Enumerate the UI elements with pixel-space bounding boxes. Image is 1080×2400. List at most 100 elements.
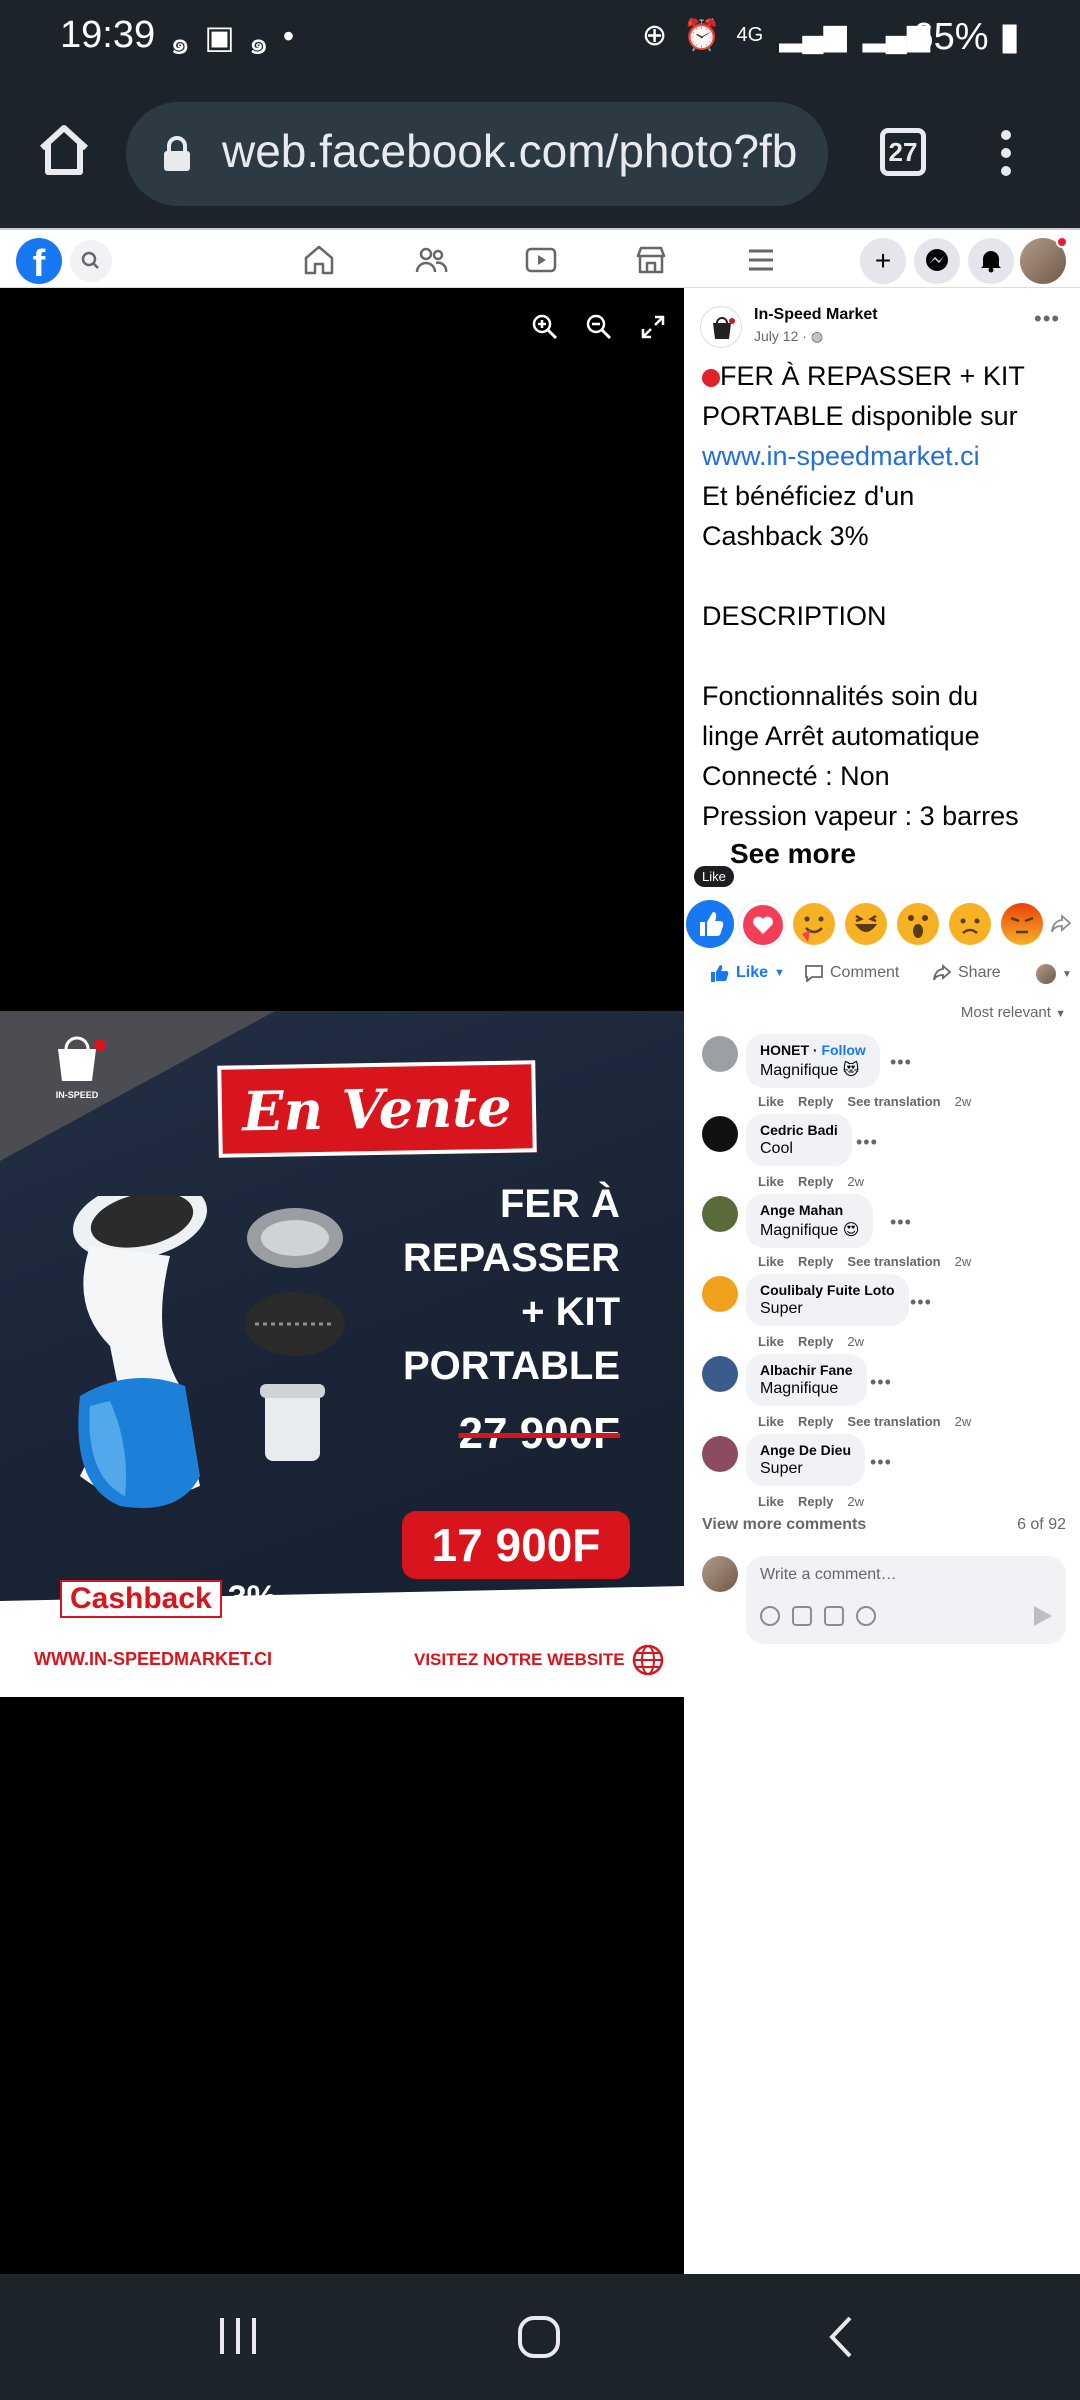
follow-link[interactable]: Follow (821, 1042, 865, 1058)
post-caption: FER À REPASSER + KIT PORTABLE disponible… (702, 356, 1072, 836)
commenter-name[interactable]: Ange De Dieu (760, 1442, 851, 1458)
post-date[interactable]: July 12 · ◍ (754, 328, 823, 345)
avatar[interactable] (702, 1556, 738, 1592)
page-avatar[interactable] (700, 306, 742, 348)
see-more-link[interactable]: See more (730, 838, 856, 870)
comment-time[interactable]: 2w (847, 1494, 864, 1509)
send-icon[interactable] (1034, 1606, 1052, 1626)
share-arrow-icon[interactable] (1050, 914, 1072, 934)
watch-tab-icon[interactable] (524, 244, 558, 276)
comment-time[interactable]: 2w (847, 1334, 864, 1349)
messenger-button[interactable] (914, 238, 960, 284)
caption-line: Pression vapeur : 3 barres (702, 801, 1019, 831)
haha-reaction-icon[interactable] (842, 900, 890, 948)
comment-options-icon[interactable]: ••• (870, 1372, 892, 1393)
facebook-logo-icon[interactable]: f (16, 238, 62, 285)
comment-like-link[interactable]: Like (758, 1494, 784, 1509)
care-reaction-icon[interactable] (790, 900, 838, 948)
see-translation-link[interactable]: See translation (847, 1414, 940, 1429)
comment-actions: Like Reply See translation 2w (758, 1254, 971, 1269)
notifications-button[interactable] (968, 238, 1014, 284)
comment-reply-link[interactable]: Reply (798, 1334, 833, 1349)
home-icon[interactable] (516, 2314, 562, 2360)
comment-like-link[interactable]: Like (758, 1254, 784, 1269)
commenter-avatar[interactable] (702, 1196, 738, 1232)
comment-time[interactable]: 2w (955, 1254, 972, 1269)
commenter-name[interactable]: Coulibaly Fuite Loto (760, 1282, 895, 1298)
comment-like-link[interactable]: Like (758, 1334, 784, 1349)
see-translation-link[interactable]: See translation (847, 1094, 940, 1109)
profile-avatar[interactable] (1020, 236, 1068, 284)
commenter-avatar[interactable] (702, 1276, 738, 1312)
fullscreen-icon[interactable] (638, 312, 668, 342)
menu-tab-icon[interactable] (744, 244, 778, 276)
friends-tab-icon[interactable] (414, 244, 448, 276)
wow-reaction-icon[interactable] (894, 900, 942, 948)
home-icon[interactable] (36, 122, 92, 178)
create-button[interactable]: + (860, 238, 906, 284)
comment-time[interactable]: 2w (847, 1174, 864, 1189)
commenter-avatar[interactable] (702, 1436, 738, 1472)
comment-like-link[interactable]: Like (758, 1094, 784, 1109)
comment-options-icon[interactable]: ••• (890, 1212, 912, 1233)
comment-placeholder[interactable]: Write a comment… (760, 1566, 897, 1584)
emoji-icon[interactable] (760, 1606, 780, 1626)
comment-options-icon[interactable]: ••• (890, 1052, 912, 1073)
commenter-avatar[interactable] (702, 1116, 738, 1152)
commenter-name[interactable]: Albachir Fane (760, 1362, 853, 1378)
comment-reply-link[interactable]: Reply (798, 1094, 833, 1109)
sad-reaction-icon[interactable] (946, 900, 994, 948)
back-icon[interactable] (826, 2314, 856, 2360)
comment-sort-dropdown[interactable]: Most relevant ▼ (961, 1004, 1066, 1021)
commenter-avatar[interactable] (702, 1036, 738, 1072)
page-name[interactable]: In-Speed Market (754, 306, 878, 324)
comment-options-icon[interactable]: ••• (910, 1292, 932, 1313)
zoom-out-icon[interactable] (584, 312, 614, 342)
plus-icon: + (874, 245, 892, 276)
commenter-name[interactable]: HONET (760, 1042, 809, 1058)
url-text[interactable]: web.facebook.com/photo?fb (222, 124, 797, 178)
comment-bubble: Albachir Fane Magnifique (746, 1354, 867, 1406)
commenter-name[interactable]: Cedric Badi (760, 1122, 838, 1138)
zoom-in-icon[interactable] (530, 312, 560, 342)
camera-icon[interactable] (792, 1606, 812, 1626)
commenter-avatar[interactable] (702, 1356, 738, 1392)
post-as-selector[interactable]: ▼ (1036, 964, 1072, 984)
marketplace-tab-icon[interactable] (634, 244, 668, 276)
browser-menu-icon[interactable] (996, 130, 1016, 178)
post-options-icon[interactable]: ••• (1034, 306, 1060, 332)
search-button[interactable] (70, 240, 112, 282)
comment-button[interactable]: Comment (804, 964, 899, 982)
home-tab-icon[interactable] (302, 244, 336, 276)
angry-reaction-icon[interactable] (998, 900, 1046, 948)
like-reaction-icon[interactable] (686, 900, 734, 948)
share-button[interactable]: Share (932, 964, 1001, 982)
sticker-icon[interactable] (856, 1606, 876, 1626)
comment-reply-link[interactable]: Reply (798, 1254, 833, 1269)
comment-options-icon[interactable]: ••• (856, 1132, 878, 1153)
comment-like-link[interactable]: Like (758, 1174, 784, 1189)
like-button[interactable]: Like ▼ (710, 964, 785, 982)
comment-like-link[interactable]: Like (758, 1414, 784, 1429)
old-price: 27 900F (458, 1409, 620, 1458)
comment-options-icon[interactable]: ••• (870, 1452, 892, 1473)
comment-time[interactable]: 2w (955, 1094, 972, 1109)
recent-apps-icon[interactable] (218, 2314, 258, 2358)
love-reaction-icon[interactable] (738, 900, 786, 948)
caption-link[interactable]: www.in-speedmarket.ci (702, 436, 1072, 476)
comment-reply-link[interactable]: Reply (798, 1494, 833, 1509)
comment-bubble: Ange De Dieu Super (746, 1434, 866, 1486)
gif-icon[interactable] (824, 1606, 844, 1626)
chevron-down-icon: ▼ (1055, 1008, 1066, 1020)
lock-icon[interactable] (162, 136, 192, 172)
commenter-name[interactable]: Ange Mahan (760, 1202, 859, 1218)
comment-reply-link[interactable]: Reply (798, 1174, 833, 1189)
comment-input[interactable]: Write a comment… (746, 1556, 1066, 1644)
tab-switcher-button[interactable]: 27 (880, 128, 926, 176)
view-more-comments-link[interactable]: View more comments (702, 1516, 866, 1534)
address-bar[interactable]: web.facebook.com/photo?fb (126, 102, 828, 206)
see-translation-link[interactable]: See translation (847, 1254, 940, 1269)
comment-time[interactable]: 2w (955, 1414, 972, 1429)
comment-item: Albachir Fane Magnifique ••• Like Reply … (684, 1354, 1080, 1434)
comment-reply-link[interactable]: Reply (798, 1414, 833, 1429)
